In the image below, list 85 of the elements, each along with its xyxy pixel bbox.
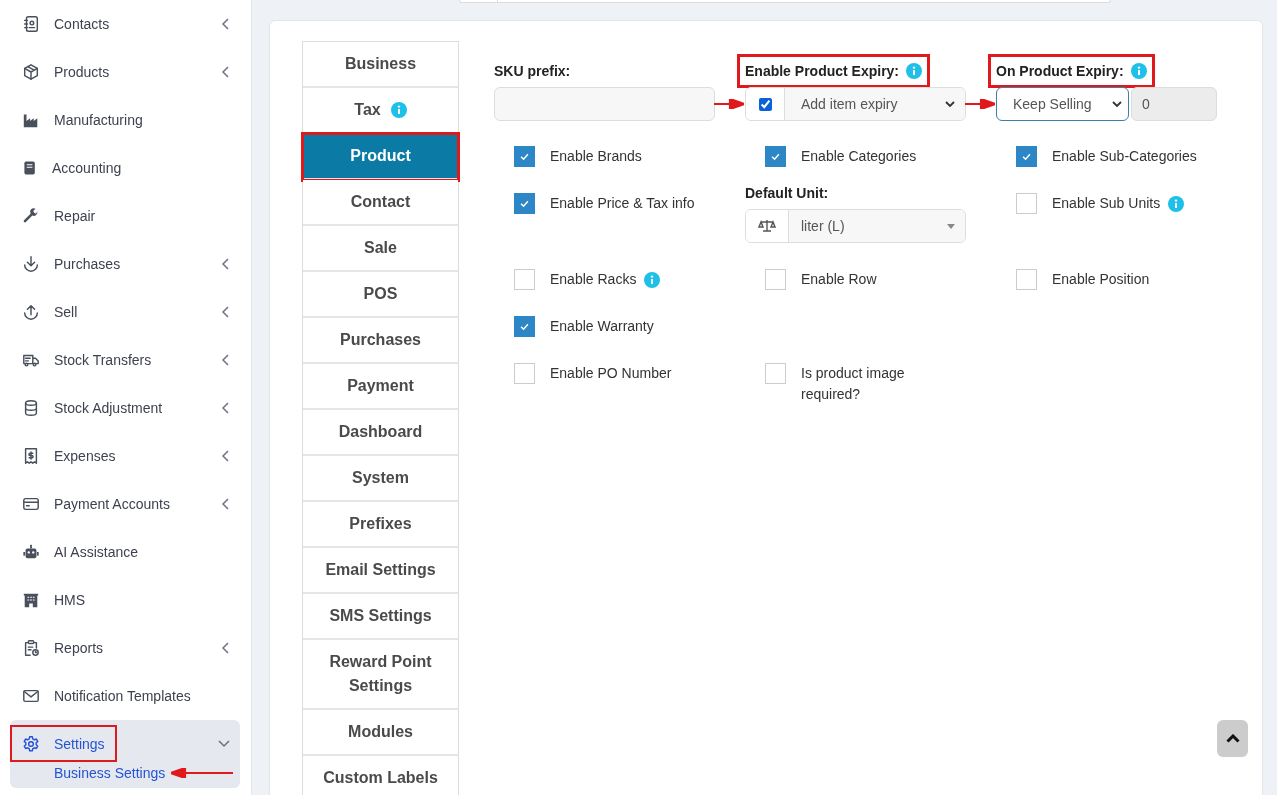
chevron-down-icon [1112, 100, 1122, 108]
sidebar-item[interactable]: Sell [10, 288, 240, 336]
checkbox[interactable] [1016, 193, 1037, 214]
field-label: On Product Expiry: [996, 62, 1147, 80]
chevron-left-icon [222, 306, 230, 318]
text-field[interactable] [494, 87, 715, 121]
sidebar-item[interactable]: Stock Transfers [10, 336, 240, 384]
select-field[interactable]: liter (L) [745, 209, 966, 243]
sidebar-item[interactable]: Contacts [10, 0, 240, 48]
arrow-icon [714, 99, 744, 109]
scale-icon [758, 219, 776, 233]
info-icon [390, 102, 407, 118]
chevron-left-icon [222, 354, 230, 366]
sidebar-subitem[interactable]: Business Settings [54, 765, 166, 781]
envelope-icon [22, 687, 40, 705]
info-icon [1168, 195, 1185, 212]
checkbox-label: Enable Warranty [550, 317, 654, 336]
sidebar-item[interactable]: HMS [10, 576, 240, 624]
sidebar-item[interactable]: AI Assistance [10, 528, 240, 576]
chevron-left-icon [222, 642, 230, 654]
download-icon [22, 255, 40, 273]
field-label: Enable Product Expiry: [745, 62, 923, 80]
checkbox-label: Enable Sub Units [1052, 194, 1161, 213]
credit-card-icon [22, 495, 40, 513]
chevron-left-icon [222, 18, 230, 30]
chevron-left-icon [222, 498, 230, 510]
checkbox-label: Enable Row [801, 270, 877, 289]
building-icon [22, 591, 40, 609]
chevron-up-icon [1225, 734, 1240, 743]
sidebar-item[interactable]: Products [10, 48, 240, 96]
field-label: SKU prefix: [494, 62, 571, 80]
chevron-left-icon [222, 258, 230, 270]
checkbox[interactable] [765, 363, 786, 384]
caret-icon [947, 223, 955, 229]
wrench-icon [22, 207, 40, 225]
checkbox-label: Enable Categories [801, 147, 917, 166]
sidebar-item[interactable]: Settings [10, 720, 240, 768]
info-icon [906, 63, 923, 79]
checkbox[interactable] [765, 146, 786, 167]
checkbox[interactable] [514, 146, 535, 167]
info-icon [1130, 63, 1147, 79]
chevron-left-icon [222, 66, 230, 78]
chevron-down-icon [218, 740, 230, 748]
robot-icon [22, 543, 40, 561]
upload-icon [22, 303, 40, 321]
checkbox-label: Enable Price & Tax info [550, 194, 695, 213]
checkbox[interactable] [514, 269, 535, 290]
checkbox[interactable] [1016, 269, 1037, 290]
checkbox-label: Enable Position [1052, 270, 1150, 289]
sidebar-item[interactable]: Payment Accounts [10, 480, 240, 528]
checkbox-label: Is product image required? [801, 364, 906, 404]
address-book-icon [22, 15, 40, 33]
arrow-icon [965, 99, 995, 109]
checkbox[interactable] [1016, 146, 1037, 167]
arrow-icon [171, 768, 234, 778]
sidebar-item[interactable]: Manufacturing [10, 96, 240, 144]
checkbox[interactable] [514, 363, 535, 384]
checkbox[interactable] [765, 269, 786, 290]
sidebar-item[interactable]: Accounting [10, 144, 240, 192]
checkbox-label: Enable Racks [550, 270, 637, 289]
settings-icon [22, 735, 40, 753]
receipt-icon [22, 447, 40, 465]
sidebar-item[interactable]: Purchases [10, 240, 240, 288]
number-field[interactable]: 0 [1131, 87, 1217, 121]
checkbox[interactable] [514, 316, 535, 337]
sidebar-item[interactable]: Expenses [10, 432, 240, 480]
info-icon [644, 271, 661, 288]
sidebar-item[interactable]: Notification Templates [10, 672, 240, 720]
box-icon [22, 63, 40, 81]
book-icon [22, 159, 38, 177]
checkbox[interactable] [514, 193, 535, 214]
database-icon [22, 399, 40, 417]
chevron-left-icon [222, 450, 230, 462]
settings-tab[interactable]: Product [303, 134, 458, 180]
chevron-left-icon [222, 402, 230, 414]
scroll-top-button[interactable] [1217, 720, 1248, 757]
field-label: Default Unit: [745, 184, 829, 202]
clipboard-clock-icon [22, 639, 40, 657]
sidebar-item[interactable]: Stock Adjustment [10, 384, 240, 432]
checkbox-label: Enable Brands [550, 147, 642, 166]
select-field[interactable]: Keep Selling [996, 87, 1129, 121]
sidebar-item[interactable]: Reports [10, 624, 240, 672]
sidebar-item[interactable]: Repair [10, 192, 240, 240]
checkbox-label: Enable PO Number [550, 364, 672, 383]
checkbox-label: Enable Sub-Categories [1052, 147, 1197, 166]
